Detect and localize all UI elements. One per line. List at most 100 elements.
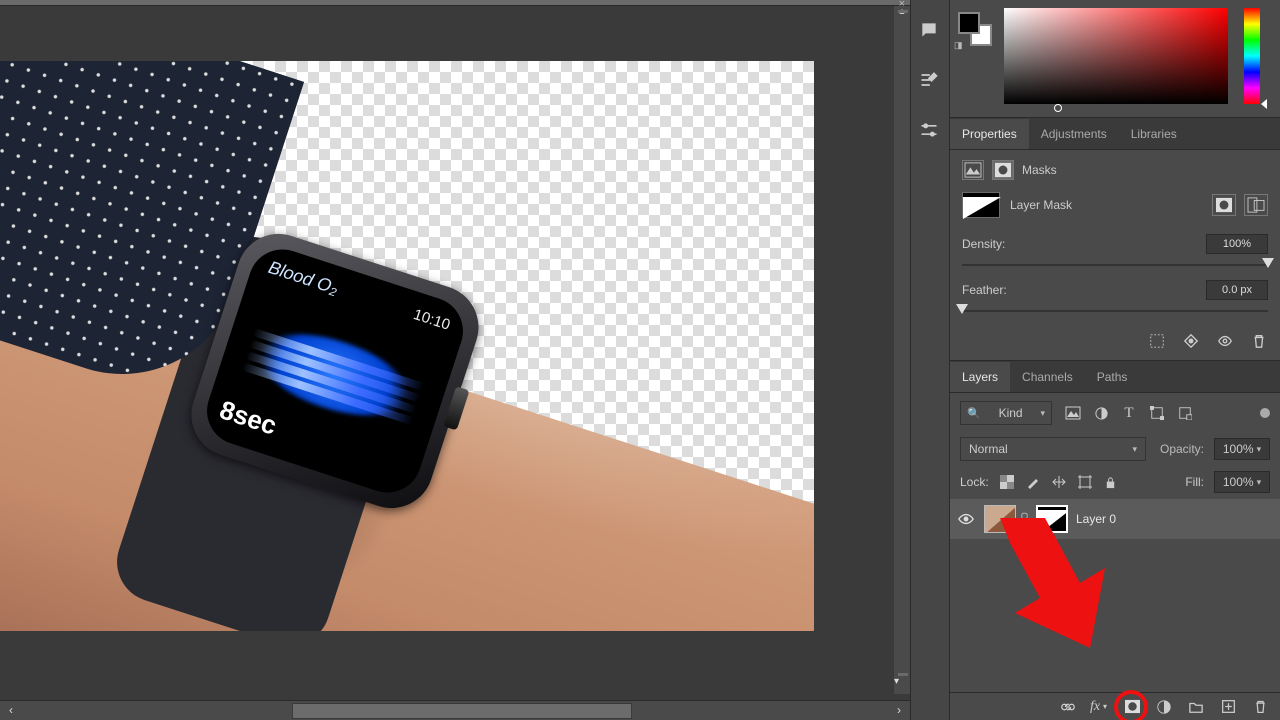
chevron-down-icon: ▾ <box>1040 408 1045 419</box>
collapsed-panel-rail <box>910 0 950 720</box>
fill-label: Fill: <box>1185 475 1204 489</box>
properties-tabbar: Properties Adjustments Libraries <box>950 118 1280 150</box>
filter-shape-icon[interactable] <box>1148 404 1166 422</box>
delete-mask-icon[interactable] <box>1250 332 1268 350</box>
filter-pixel-icon[interactable] <box>1064 404 1082 422</box>
layer-mask-thumbnail[interactable] <box>962 192 1000 218</box>
new-layer-icon[interactable] <box>1218 697 1238 717</box>
feather-slider: Feather: 0.0 px <box>962 280 1268 318</box>
layer-list[interactable]: Layer 0 <box>950 499 1280 692</box>
fill-value[interactable]: 100%▾ <box>1214 471 1270 493</box>
layer-thumbnail[interactable] <box>984 505 1016 533</box>
feather-value[interactable]: 0.0 px <box>1206 280 1268 300</box>
filter-toggle-icon[interactable] <box>1260 408 1270 418</box>
tab-layers[interactable]: Layers <box>950 362 1010 392</box>
scroll-right-icon[interactable]: › <box>888 701 910 720</box>
default-colors-icon[interactable]: ◨ <box>954 40 968 54</box>
layer-mask-row: Layer Mask <box>962 192 1268 218</box>
visibility-eye-icon[interactable] <box>958 512 976 526</box>
density-knob[interactable] <box>1262 258 1274 268</box>
hue-strip[interactable] <box>1244 8 1260 104</box>
watch-time: 10:10 <box>411 306 452 334</box>
filter-type-icons: T <box>1064 404 1194 422</box>
layer-mask-label: Layer Mask <box>1010 198 1072 212</box>
mask-footer-icons <box>962 332 1268 350</box>
filter-type-icon[interactable]: T <box>1120 404 1138 422</box>
tab-libraries[interactable]: Libraries <box>1119 119 1189 149</box>
document-canvas[interactable]: Blood O₂ 10:10 8sec <box>0 61 814 631</box>
link-layers-icon[interactable] <box>1058 697 1078 717</box>
lock-position-icon[interactable] <box>1051 474 1067 490</box>
layers-bottom-bar: fx▾ <box>950 692 1280 720</box>
delete-layer-icon[interactable] <box>1250 697 1270 717</box>
density-slider: Density: 100% <box>962 234 1268 272</box>
add-pixel-mask-icon[interactable] <box>1212 194 1236 216</box>
blend-mode-value: Normal <box>969 442 1008 456</box>
sliders-icon[interactable] <box>919 120 941 142</box>
feather-knob[interactable] <box>956 304 968 314</box>
layers-panel: Layers Channels Paths 🔍 Kind ▾ T <box>950 361 1280 720</box>
lock-pixels-icon[interactable] <box>1025 474 1041 490</box>
layer-name[interactable]: Layer 0 <box>1076 512 1116 526</box>
lock-transparency-icon[interactable] <box>999 474 1015 490</box>
color-field[interactable] <box>1004 8 1228 104</box>
brush-settings-icon[interactable] <box>919 70 941 92</box>
lock-label: Lock: <box>960 475 989 489</box>
foreground-color-swatch[interactable] <box>958 12 980 34</box>
masks-label: Masks <box>1022 163 1057 177</box>
tab-channels[interactable]: Channels <box>1010 362 1085 392</box>
document-viewport[interactable]: Blood O₂ 10:10 8sec ▴ <box>0 6 910 694</box>
feather-label: Feather: <box>962 283 1007 297</box>
filter-kind-select[interactable]: 🔍 Kind ▾ <box>960 401 1052 425</box>
app-root: × Blood O₂ 10:10 <box>0 0 1280 720</box>
filter-adjustment-icon[interactable] <box>1092 404 1110 422</box>
vertical-scrollbar[interactable]: ▴ ▾ <box>894 6 910 694</box>
properties-panel-body: Masks Layer Mask Density: 100% <box>950 150 1280 361</box>
filter-smartobject-icon[interactable] <box>1176 404 1194 422</box>
vector-mask-mode-icon[interactable] <box>992 160 1014 180</box>
scroll-up-icon[interactable]: ▴ <box>894 6 910 24</box>
adjustment-layer-icon[interactable] <box>1154 697 1174 717</box>
masks-header: Masks <box>962 160 1268 180</box>
group-icon[interactable] <box>1186 697 1206 717</box>
add-vector-mask-icon[interactable] <box>1244 194 1268 216</box>
density-value[interactable]: 100% <box>1206 234 1268 254</box>
opacity-value[interactable]: 100%▾ <box>1214 438 1270 460</box>
tab-properties[interactable]: Properties <box>950 119 1029 149</box>
layer-effects-icon[interactable]: fx▾ <box>1090 697 1110 717</box>
apply-mask-icon[interactable] <box>1182 332 1200 350</box>
layers-tabbar: Layers Channels Paths <box>950 361 1280 393</box>
tab-adjustments[interactable]: Adjustments <box>1029 119 1119 149</box>
hue-cursor-icon[interactable] <box>1261 99 1267 109</box>
lock-artboard-icon[interactable] <box>1077 474 1093 490</box>
blend-mode-select[interactable]: Normal ▾ <box>960 437 1146 461</box>
tab-paths[interactable]: Paths <box>1085 362 1140 392</box>
pixel-mask-mode-icon[interactable] <box>962 160 984 180</box>
lock-fill-row: Lock: Fill: 100%▾ <box>950 465 1280 499</box>
blend-opacity-row: Normal ▾ Opacity: 100%▾ <box>950 433 1280 465</box>
scroll-down-icon[interactable]: ▾ <box>894 676 899 694</box>
select-mask-icon[interactable] <box>1148 332 1166 350</box>
right-panel-column: ◨ Properties Adjustments Libraries Masks <box>950 0 1280 720</box>
watch-app-title: Blood O₂ <box>266 257 341 299</box>
layer-row[interactable]: Layer 0 <box>950 499 1280 539</box>
scroll-left-icon[interactable]: ‹ <box>0 701 22 720</box>
add-mask-button[interactable] <box>1122 697 1142 717</box>
opacity-label: Opacity: <box>1160 442 1204 456</box>
canvas-area: × Blood O₂ 10:10 <box>0 0 910 720</box>
horizontal-scrollbar[interactable]: ‹ › <box>0 700 910 720</box>
scroll-thumb[interactable] <box>292 703 632 719</box>
feather-track[interactable] <box>962 304 1268 318</box>
color-field-cursor[interactable] <box>1054 104 1062 112</box>
disable-mask-icon[interactable] <box>1216 332 1234 350</box>
layer-mask-thumbnail[interactable] <box>1036 505 1068 533</box>
color-panel: ◨ <box>950 0 1280 118</box>
mask-link-icon[interactable] <box>1020 512 1032 527</box>
chevron-down-icon: ▾ <box>1132 444 1137 455</box>
lock-all-icon[interactable] <box>1103 474 1119 490</box>
layer-filter-row: 🔍 Kind ▾ T <box>950 393 1280 433</box>
density-track[interactable] <box>962 258 1268 272</box>
search-icon: 🔍 <box>967 407 981 420</box>
image-content: Blood O₂ 10:10 8sec <box>0 61 814 631</box>
comment-icon[interactable] <box>919 20 941 42</box>
